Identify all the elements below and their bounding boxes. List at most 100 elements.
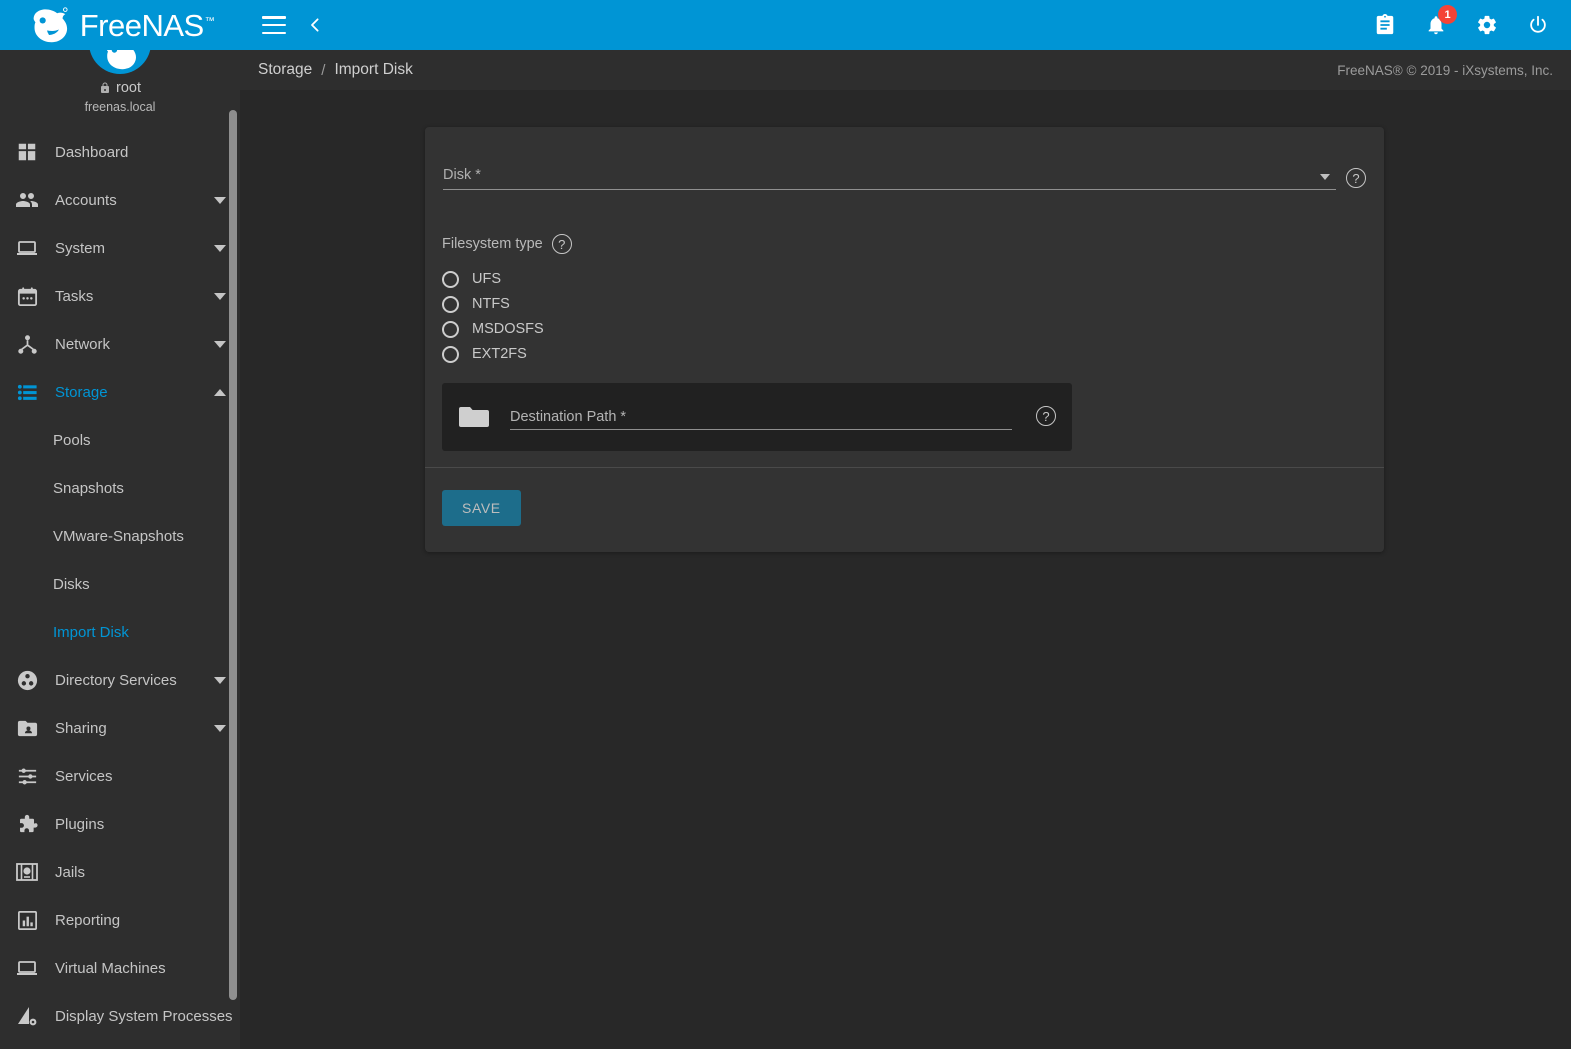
sidebar-item-label: Accounts <box>55 191 117 209</box>
sidebar-scrollbar[interactable] <box>229 110 237 1000</box>
back-button[interactable] <box>306 16 324 34</box>
sharing-icon <box>14 715 40 741</box>
radio-option-ext2fs[interactable]: EXT2FS <box>442 343 1367 365</box>
radio-label: EXT2FS <box>472 346 527 362</box>
filesystem-type-radio-group: UFS NTFS MSDOSFS EXT2FS <box>442 268 1367 365</box>
avatar <box>89 50 151 74</box>
radio-circle-icon <box>442 345 459 363</box>
destination-path-placeholder: Destination Path * <box>510 409 627 425</box>
sidebar-item-system[interactable]: System <box>0 224 240 272</box>
filesystem-type-help-icon[interactable]: ? <box>551 234 572 254</box>
sidebar-item-label: Display System Processes <box>55 1007 233 1025</box>
save-button[interactable]: SAVE <box>442 490 521 526</box>
filesystem-type-header: Filesystem type ? <box>442 234 1367 254</box>
sidebar-item-label: Network <box>55 335 111 353</box>
radio-option-msdosfs[interactable]: MSDOSFS <box>442 318 1367 340</box>
chart-icon <box>14 907 40 933</box>
sidebar-item-sharing[interactable]: Sharing <box>0 704 240 752</box>
power-icon[interactable] <box>1527 14 1549 36</box>
radio-option-ntfs[interactable]: NTFS <box>442 293 1367 315</box>
breadcrumb-separator: / <box>321 61 326 79</box>
radio-label: NTFS <box>472 296 510 312</box>
chevron-down-icon <box>214 340 226 348</box>
directory-icon <box>14 667 40 693</box>
disk-select[interactable]: Disk * <box>443 157 1336 190</box>
sidebar-subitem-pools[interactable]: Pools <box>0 416 240 464</box>
top-bar: FreeNAS™ 1 <box>0 0 1571 50</box>
topbar-left-actions <box>262 16 324 34</box>
brand-logo-area[interactable]: FreeNAS™ <box>0 0 240 50</box>
sidebar-item-storage[interactable]: Storage <box>0 368 240 416</box>
app-root: FreeNAS™ 1 root freenas.local Dashboard … <box>0 0 1571 1049</box>
sidebar-item-services[interactable]: Services <box>0 752 240 800</box>
sidebar-item-label: Tasks <box>55 287 94 305</box>
sidebar-item-label: Jails <box>55 863 86 881</box>
radio-circle-icon <box>442 295 459 313</box>
breadcrumb: Storage / Import Disk FreeNAS® © 2019 - … <box>240 50 1571 90</box>
sidebar-item-label: Dashboard <box>55 143 129 161</box>
sidebar-subitem-snapshots[interactable]: Snapshots <box>0 464 240 512</box>
sidebar-subitem-disks[interactable]: Disks <box>0 560 240 608</box>
brand-trademark: ™ <box>204 16 215 28</box>
sidebar-item-label: Services <box>55 767 113 785</box>
puzzle-icon <box>14 811 40 837</box>
destination-path-input[interactable]: Destination Path * <box>510 404 1012 430</box>
monitor-icon <box>14 955 40 981</box>
chevron-down-icon <box>214 244 226 252</box>
sidebar: root freenas.local Dashboard Accounts Sy… <box>0 50 240 1049</box>
chevron-down-icon <box>214 676 226 684</box>
people-icon <box>14 187 40 213</box>
user-host-label: freenas.local <box>84 100 156 114</box>
network-icon <box>14 331 40 357</box>
sidebar-subitem-label: Import Disk <box>53 623 129 641</box>
form-body: Disk * ? Filesystem type ? UFS NTFS MSDO… <box>425 127 1384 467</box>
sidebar-subitem-label: Snapshots <box>53 479 124 497</box>
avatar-shark-icon <box>106 50 136 70</box>
gear-icon[interactable] <box>1476 14 1498 36</box>
sidebar-nav: Dashboard Accounts System Tasks Network … <box>0 128 240 1040</box>
user-name-label: root <box>116 80 141 96</box>
sidebar-item-label: System <box>55 239 106 257</box>
sidebar-item-label: Directory Services <box>55 671 177 689</box>
chevron-left-icon <box>311 18 319 32</box>
chevron-up-icon <box>214 388 226 396</box>
breadcrumb-item-storage[interactable]: Storage <box>258 61 312 79</box>
sidebar-item-label: Storage <box>55 383 108 401</box>
destination-path-help-icon[interactable]: ? <box>1036 406 1056 426</box>
sidebar-item-label: Plugins <box>55 815 105 833</box>
radio-option-ufs[interactable]: UFS <box>442 268 1367 290</box>
menu-toggle-button[interactable] <box>262 16 286 34</box>
form-footer: SAVE <box>425 468 1384 552</box>
sidebar-item-display-system-processes[interactable]: Display System Processes <box>0 992 240 1040</box>
folder-icon[interactable] <box>459 405 489 429</box>
brand-name: FreeNAS™ <box>79 7 215 43</box>
sidebar-item-jails[interactable]: Jails <box>0 848 240 896</box>
dashboard-icon <box>14 139 40 165</box>
sidebar-item-network[interactable]: Network <box>0 320 240 368</box>
services-icon <box>14 763 40 789</box>
disk-help-icon[interactable]: ? <box>1346 168 1366 188</box>
sidebar-subitem-label: Disks <box>53 575 90 593</box>
user-block: root freenas.local <box>0 50 240 124</box>
sidebar-subitem-import-disk[interactable]: Import Disk <box>0 608 240 656</box>
clipboard-icon[interactable] <box>1374 14 1396 36</box>
sidebar-subitem-vmware-snapshots[interactable]: VMware-Snapshots <box>0 512 240 560</box>
filesystem-type-label: Filesystem type <box>442 236 543 252</box>
sidebar-item-virtual-machines[interactable]: Virtual Machines <box>0 944 240 992</box>
chevron-down-icon <box>214 724 226 732</box>
chevron-down-icon <box>214 196 226 204</box>
sidebar-item-tasks[interactable]: Tasks <box>0 272 240 320</box>
sidebar-item-label: Virtual Machines <box>55 959 166 977</box>
sidebar-item-accounts[interactable]: Accounts <box>0 176 240 224</box>
sidebar-item-plugins[interactable]: Plugins <box>0 800 240 848</box>
jails-icon <box>14 859 40 885</box>
notifications-button[interactable]: 1 <box>1425 5 1457 36</box>
sidebar-item-dashboard[interactable]: Dashboard <box>0 128 240 176</box>
sidebar-item-directory-services[interactable]: Directory Services <box>0 656 240 704</box>
radio-label: MSDOSFS <box>472 321 544 337</box>
laptop-icon <box>14 235 40 261</box>
disk-label: Disk * <box>443 167 481 183</box>
processes-icon <box>14 1003 40 1029</box>
sidebar-item-reporting[interactable]: Reporting <box>0 896 240 944</box>
radio-label: UFS <box>472 271 501 287</box>
